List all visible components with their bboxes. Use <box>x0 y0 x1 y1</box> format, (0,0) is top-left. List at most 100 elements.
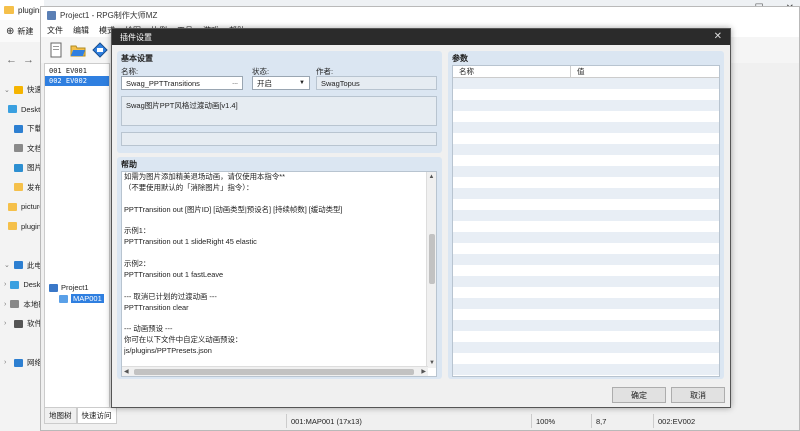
event-list-panel: 001 EV001 002 EV002 Project1 MAP001 <box>44 63 110 413</box>
sidebar-item[interactable]: Desktop <box>0 100 44 120</box>
table-row[interactable] <box>453 155 719 166</box>
sidebar-item[interactable]: ⌄此电脑 <box>0 256 44 276</box>
help-line <box>124 248 426 259</box>
table-row[interactable] <box>453 122 719 133</box>
scroll-up-icon[interactable]: ▲ <box>427 172 436 182</box>
cancel-button[interactable]: 取消 <box>671 387 725 403</box>
sidebar-item[interactable]: plugins <box>0 217 44 237</box>
expand-chevron-icon[interactable]: ⌄ <box>4 86 10 94</box>
table-row[interactable] <box>453 276 719 287</box>
table-row[interactable] <box>453 100 719 111</box>
status-cell: 8,7 <box>591 414 653 428</box>
sidebar-item[interactable]: pictures <box>0 197 44 217</box>
status-bar: 001:MAP001 (17x13) 100% 8,7 002:EV002 <box>111 414 799 428</box>
close-icon[interactable]: ✕ <box>714 31 722 42</box>
sidebar-item[interactable]: ›Desktop <box>0 275 44 295</box>
table-row[interactable] <box>453 364 719 375</box>
map-tree-item[interactable]: Project1 <box>45 282 109 293</box>
menu-item[interactable]: 编辑 <box>73 25 89 36</box>
new-project-button[interactable] <box>47 41 65 59</box>
scroll-left-icon[interactable]: ◀ <box>124 368 129 375</box>
disk-icon <box>10 300 20 309</box>
scroll-right-icon[interactable]: ▶ <box>421 368 426 375</box>
ok-button[interactable]: 确定 <box>612 387 666 403</box>
table-row[interactable] <box>453 199 719 210</box>
column-value-header[interactable]: 值 <box>571 66 585 77</box>
table-row[interactable] <box>453 243 719 254</box>
menu-item[interactable]: 文件 <box>47 25 63 36</box>
sidebar-item[interactable]: ›本地磁盘 <box>0 295 44 315</box>
parameters-table[interactable]: 名称 值 <box>452 65 720 377</box>
sidebar-item[interactable]: 下载 <box>0 119 44 139</box>
table-row[interactable] <box>453 144 719 155</box>
column-name-header[interactable]: 名称 <box>453 66 571 77</box>
dialog-titlebar: 插件设置 ✕ <box>112 29 730 45</box>
left-panel-tab[interactable]: 地图树 <box>44 407 77 424</box>
table-row[interactable] <box>453 265 719 276</box>
status-cell: 001:MAP001 (17x13) <box>286 414 531 428</box>
picture-icon <box>14 163 23 172</box>
save-project-button[interactable] <box>91 41 109 59</box>
network-icon <box>14 358 23 367</box>
table-row[interactable] <box>453 166 719 177</box>
plugin-name-select[interactable]: Swag_PPTTransitions ... <box>121 76 243 90</box>
vertical-scrollbar[interactable]: ▲ ▼ <box>426 172 436 368</box>
event-list-item[interactable]: 002 EV002 <box>45 76 109 86</box>
disk-icon <box>14 319 23 328</box>
description-value: Swag图片PPT风格过渡动画[v1.4] <box>126 101 238 110</box>
table-row[interactable] <box>453 210 719 221</box>
expand-chevron-icon[interactable]: › <box>4 359 10 366</box>
table-row[interactable] <box>453 188 719 199</box>
table-row[interactable] <box>453 287 719 298</box>
desktop-icon <box>8 105 17 114</box>
plus-circle-icon: ⊕ <box>6 25 15 37</box>
scroll-down-icon[interactable]: ▼ <box>427 358 436 368</box>
table-row[interactable] <box>453 221 719 232</box>
table-row[interactable] <box>453 232 719 243</box>
open-project-button[interactable] <box>69 41 87 59</box>
expand-chevron-icon[interactable]: ⌄ <box>4 261 10 269</box>
table-row[interactable] <box>453 309 719 320</box>
help-line: （不要使用默认的「消除图片」指令）： <box>124 182 254 192</box>
table-row[interactable] <box>453 353 719 364</box>
table-row[interactable] <box>453 133 719 144</box>
map-tree-label: MAP001 <box>71 294 104 303</box>
sidebar-item[interactable]: 文档 <box>0 139 44 159</box>
explorer-tab[interactable]: plugins <box>0 0 44 20</box>
help-line: PPTTransition out 1 fastLeave <box>124 270 224 280</box>
map-tree-label: Project1 <box>61 283 89 292</box>
sidebar-item[interactable]: 图片 <box>0 158 44 178</box>
basic-settings-heading: 基本设置 <box>121 54 153 63</box>
event-list-item[interactable]: 001 EV001 <box>45 66 109 76</box>
sidebar-item[interactable]: › 软件 <box>0 314 44 334</box>
help-textbox[interactable]: 如需为图片添加精美退场动画，请仅使用本指令** （不要使用默认的「消除图片」指令）… <box>121 171 437 377</box>
sidebar-item[interactable]: ⌄快速访问 <box>0 80 44 100</box>
sidebar-item[interactable]: 发布 <box>0 178 44 198</box>
table-row[interactable] <box>453 254 719 265</box>
table-row[interactable] <box>453 78 719 89</box>
forward-arrow-icon[interactable]: → <box>23 54 34 66</box>
scroll-thumb[interactable] <box>429 234 435 284</box>
table-row[interactable] <box>453 111 719 122</box>
expand-chevron-icon[interactable]: › <box>4 281 6 288</box>
back-arrow-icon[interactable]: ← <box>6 54 17 66</box>
help-line: 示例2： <box>124 259 151 269</box>
new-button[interactable]: ⊕ 新建 <box>0 20 44 42</box>
table-row[interactable] <box>453 320 719 331</box>
status-dropdown[interactable]: 开启 ▼ <box>252 76 310 90</box>
table-row[interactable] <box>453 298 719 309</box>
expand-chevron-icon[interactable]: › <box>4 301 6 308</box>
nav-buttons: ← → <box>0 54 44 66</box>
folder-icon <box>4 6 14 14</box>
help-line: --- 取消已计划的过渡动画 --- <box>124 291 217 301</box>
table-row[interactable] <box>453 89 719 100</box>
expand-chevron-icon[interactable]: › <box>4 320 10 327</box>
table-row[interactable] <box>453 177 719 188</box>
folder-icon <box>14 183 23 192</box>
table-row[interactable] <box>453 342 719 353</box>
sidebar-item[interactable]: › 网络 <box>0 353 44 373</box>
table-row[interactable] <box>453 331 719 342</box>
horizontal-scrollbar[interactable]: ◀ ▶ <box>122 366 428 376</box>
map-tree-item[interactable]: MAP001 <box>45 293 109 304</box>
hscroll-thumb[interactable] <box>134 369 414 375</box>
